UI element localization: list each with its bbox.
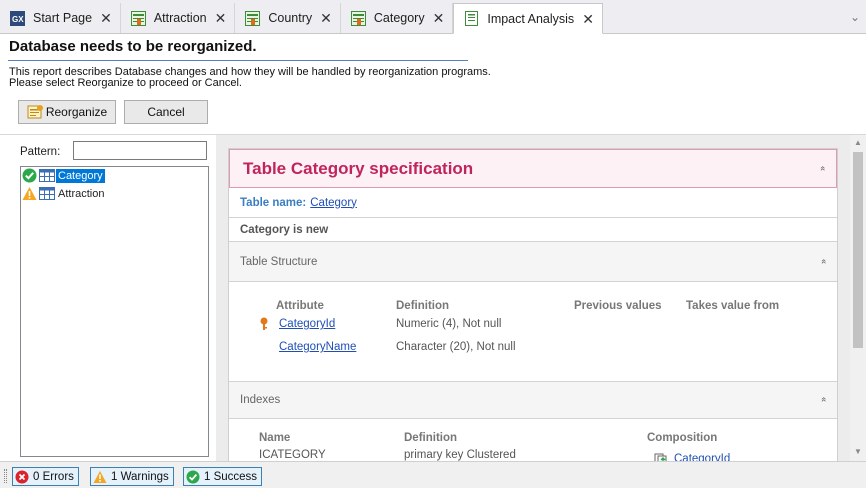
transaction-icon xyxy=(245,10,261,26)
errors-filter-button[interactable]: 0 Errors xyxy=(12,467,79,486)
table-name-label: Table name: xyxy=(240,196,307,209)
cancel-button[interactable]: Cancel xyxy=(124,100,208,124)
section-title: Table Structure xyxy=(240,255,318,268)
tab-category[interactable]: Category ✕ xyxy=(341,3,454,33)
tree-item-label: Attraction xyxy=(58,187,105,200)
spec-header[interactable]: Table Category specification » xyxy=(229,149,837,188)
pattern-input[interactable] xyxy=(73,141,207,160)
table-icon xyxy=(38,186,56,201)
pattern-label: Pattern: xyxy=(20,146,61,158)
primary-key-icon xyxy=(259,317,269,331)
success-check-icon xyxy=(22,168,37,183)
attribute-definition: Numeric (4), Not null xyxy=(396,318,502,330)
gx-logo-icon: GX xyxy=(10,10,25,26)
new-table-note: Category is new xyxy=(240,223,329,236)
tab-label: Start Page xyxy=(33,11,93,25)
report-icon xyxy=(464,11,479,26)
object-tree: Category Attraction xyxy=(20,166,209,457)
table-structure-body xyxy=(229,282,837,382)
warning-icon xyxy=(93,470,107,484)
column-header-composition: Composition xyxy=(647,432,718,444)
warnings-count: 1 Warnings xyxy=(111,470,169,483)
error-icon xyxy=(15,470,29,484)
composition-icon xyxy=(654,452,668,461)
table-icon xyxy=(38,168,56,183)
index-name: ICATEGORY xyxy=(259,449,326,461)
reorganize-label: Reorganize xyxy=(45,105,108,119)
table-name-link[interactable]: Category xyxy=(310,197,357,209)
collapse-icon[interactable]: » xyxy=(817,166,827,170)
close-icon[interactable]: ✕ xyxy=(433,11,445,25)
description-line: Please select Reorganize to proceed or C… xyxy=(9,77,242,89)
drag-grip-icon[interactable] xyxy=(4,469,7,483)
errors-count: 0 Errors xyxy=(33,470,74,483)
vertical-scrollbar[interactable]: ▲ ▼ xyxy=(850,135,866,461)
tree-item-attraction[interactable]: Attraction xyxy=(22,186,106,201)
column-header-name: Name xyxy=(259,432,291,444)
collapse-icon[interactable]: » xyxy=(818,398,828,402)
close-icon[interactable]: ✕ xyxy=(215,11,227,25)
attribute-link[interactable]: CategoryId xyxy=(279,318,335,330)
reorganize-icon xyxy=(27,104,43,120)
tab-start-page[interactable]: GX Start Page ✕ xyxy=(0,3,121,33)
indexes-header[interactable]: Indexes » xyxy=(229,382,837,419)
transaction-icon xyxy=(350,10,366,26)
close-icon[interactable]: ✕ xyxy=(320,11,332,25)
impact-report-view: Table Category specification » Table nam… xyxy=(216,135,850,461)
page-title: Database needs to be reorganized. xyxy=(9,38,257,55)
title-divider xyxy=(8,60,468,61)
column-header-definition: Definition xyxy=(404,432,458,444)
close-icon[interactable]: ✕ xyxy=(582,12,594,26)
section-title: Indexes xyxy=(240,394,281,406)
attribute-definition: Character (20), Not null xyxy=(396,341,516,353)
tab-impact-analysis[interactable]: Impact Analysis ✕ xyxy=(453,3,603,34)
tab-country[interactable]: Country ✕ xyxy=(235,3,341,33)
column-header-definition: Definition xyxy=(396,300,450,312)
new-table-row: Category is new xyxy=(229,218,837,242)
transaction-icon xyxy=(130,10,146,26)
reorganize-button[interactable]: Reorganize xyxy=(18,100,116,124)
collapse-icon[interactable]: » xyxy=(818,259,828,263)
column-header-takes-value-from: Takes value from xyxy=(686,300,780,312)
index-definition: primary key Clustered xyxy=(404,449,516,461)
attribute-link[interactable]: CategoryName xyxy=(279,341,356,353)
warnings-filter-button[interactable]: 1 Warnings xyxy=(90,467,174,486)
status-bar: 0 Errors 1 Warnings 1 Success xyxy=(0,461,866,488)
scroll-down-icon[interactable]: ▼ xyxy=(854,447,862,456)
table-name-row: Table name: Category xyxy=(229,188,837,218)
page-description: This report describes Database changes a… xyxy=(9,67,491,89)
composition-link[interactable]: CategoryId xyxy=(674,453,730,461)
success-check-icon xyxy=(186,470,200,484)
tab-label: Category xyxy=(373,11,425,25)
svg-text:GX: GX xyxy=(12,15,24,24)
warning-icon xyxy=(22,186,37,201)
document-tab-strip: GX Start Page ✕ Attraction ✕ Country ✕ C… xyxy=(0,0,866,34)
column-header-attribute: Attribute xyxy=(276,300,324,312)
spec-title: Table Category specification xyxy=(243,158,474,178)
success-filter-button[interactable]: 1 Success xyxy=(183,467,263,486)
chevron-down-icon[interactable]: ⌄ xyxy=(850,10,860,24)
tab-attraction[interactable]: Attraction ✕ xyxy=(121,3,236,33)
column-header-previous-values: Previous values xyxy=(574,300,662,312)
table-spec-card: Table Category specification » Table nam… xyxy=(228,148,838,461)
scrollbar-thumb[interactable] xyxy=(853,152,863,348)
tree-item-category[interactable]: Category xyxy=(22,168,105,183)
tree-item-label: Category xyxy=(56,168,105,183)
table-structure-header[interactable]: Table Structure » xyxy=(229,242,837,282)
tab-label: Attraction xyxy=(153,11,207,25)
success-count: 1 Success xyxy=(204,470,258,483)
tab-label: Impact Analysis xyxy=(487,11,575,26)
scroll-up-icon[interactable]: ▲ xyxy=(854,138,862,147)
tab-label: Country xyxy=(268,11,313,25)
close-icon[interactable]: ✕ xyxy=(100,11,112,25)
